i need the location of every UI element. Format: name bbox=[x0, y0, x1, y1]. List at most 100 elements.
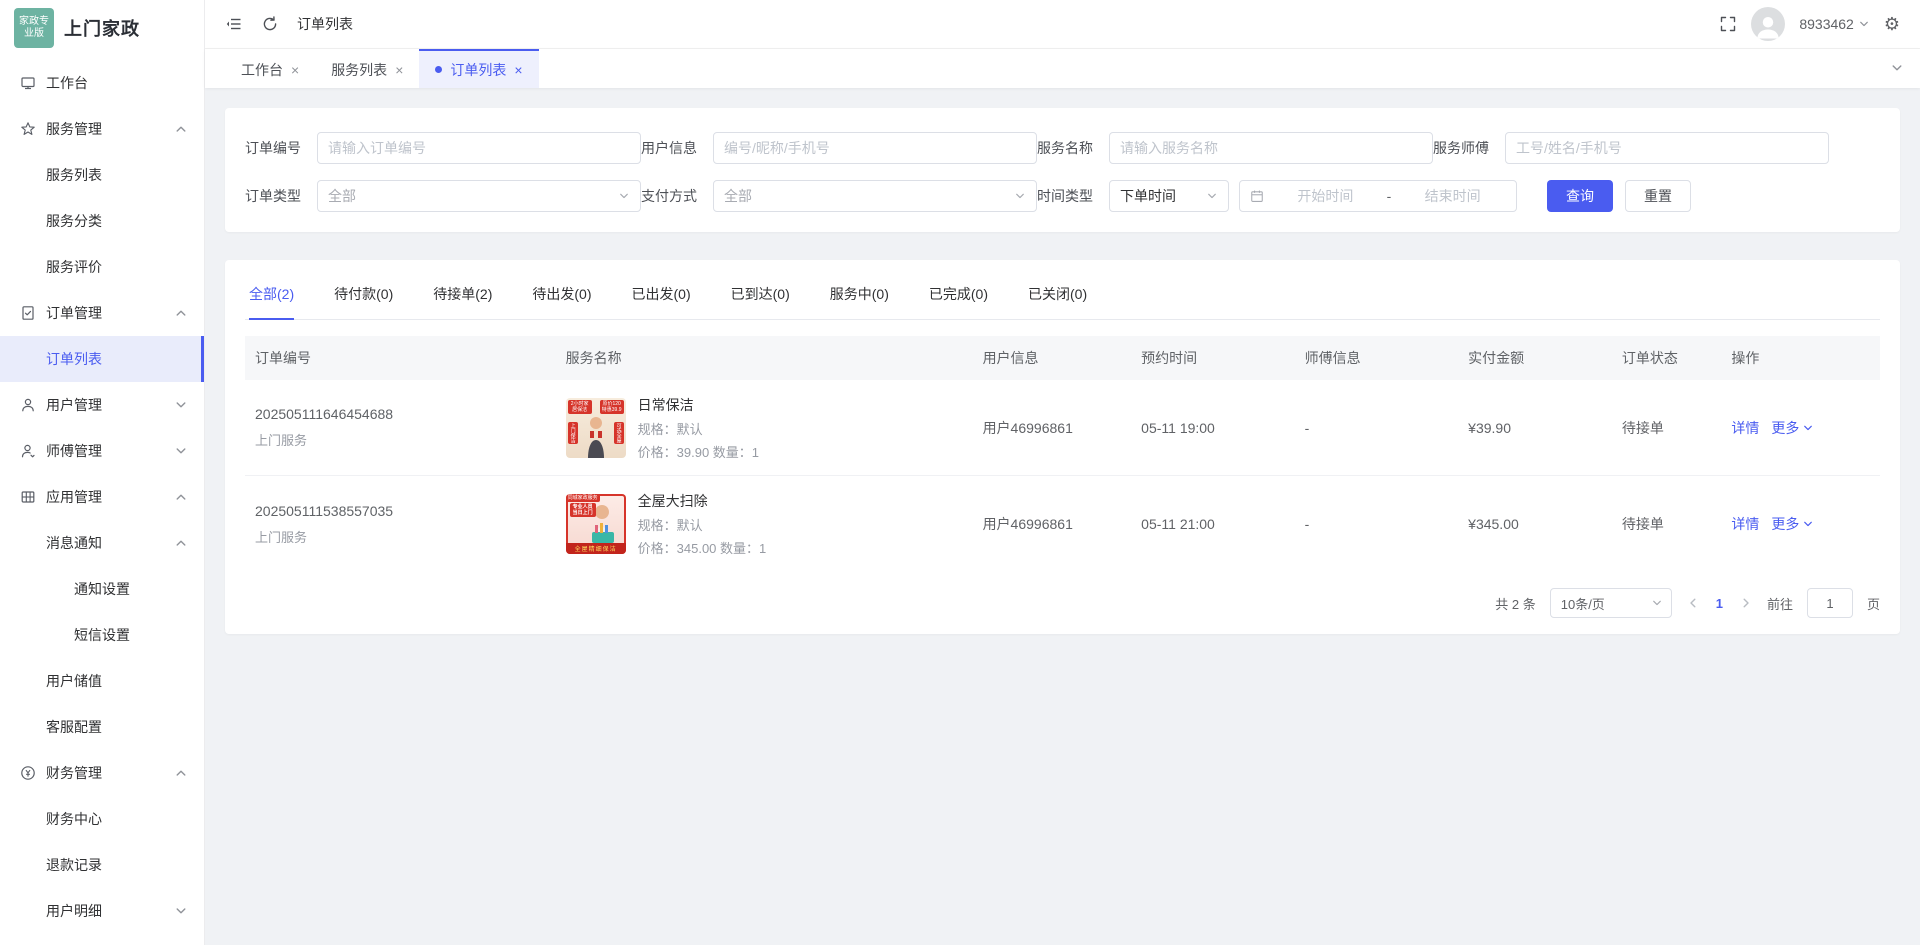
filter-label: 订单编号 bbox=[245, 138, 317, 158]
service-name-input[interactable] bbox=[1120, 140, 1422, 156]
status-tab-in-service[interactable]: 服务中(0) bbox=[830, 278, 889, 320]
coin-icon bbox=[20, 765, 36, 781]
chevron-down-icon bbox=[1014, 190, 1026, 202]
sidebar-item-order-list[interactable]: 订单列表 bbox=[0, 336, 204, 382]
chevron-down-icon bbox=[1651, 597, 1663, 609]
more-link[interactable]: 更多 bbox=[1771, 418, 1814, 438]
topbar: 订单列表 8933462 ⚙ bbox=[205, 0, 1920, 49]
order-type-select[interactable]: 全部 bbox=[317, 180, 641, 212]
service-spec: 规格：默认 bbox=[638, 419, 759, 438]
sidebar-item-refund-records[interactable]: 退款记录 bbox=[0, 842, 204, 888]
close-icon[interactable]: × bbox=[291, 62, 299, 78]
app-window: 家政专业版 上门家政 工作台 服务管理 服务列表 服务分类 服务评价 bbox=[0, 0, 1920, 945]
filter-label: 订单类型 bbox=[245, 186, 317, 206]
booked-time: 05-11 19:00 bbox=[1131, 420, 1295, 436]
page-size-select[interactable]: 10条/页 bbox=[1550, 588, 1672, 618]
sidebar-item-label: 用户管理 bbox=[46, 395, 102, 415]
sidebar-item-finance-center[interactable]: 财务中心 bbox=[0, 796, 204, 842]
sidebar-item-service-mgmt[interactable]: 服务管理 bbox=[0, 106, 204, 152]
end-date-placeholder: 结束时间 bbox=[1399, 186, 1506, 206]
time-type-select[interactable]: 下单时间 bbox=[1109, 180, 1229, 212]
sidebar-item-service-review[interactable]: 服务评价 bbox=[0, 244, 204, 290]
filter-order-type: 订单类型 全部 bbox=[245, 180, 641, 212]
date-range-picker[interactable]: 开始时间 - 结束时间 bbox=[1239, 180, 1517, 212]
sidebar-item-user-mgmt[interactable]: 用户管理 bbox=[0, 382, 204, 428]
status-tab-completed[interactable]: 已完成(0) bbox=[929, 278, 988, 320]
sidebar-item-sms-settings[interactable]: 短信设置 bbox=[0, 612, 204, 658]
order-no-input[interactable] bbox=[328, 140, 630, 156]
sidebar-menu: 工作台 服务管理 服务列表 服务分类 服务评价 订单管理 订单列 bbox=[0, 56, 204, 945]
status-tab-pending-accept[interactable]: 待接单(2) bbox=[433, 278, 492, 320]
filter-order-no: 订单编号 bbox=[245, 132, 641, 164]
filter-label: 服务名称 bbox=[1037, 138, 1109, 158]
sidebar-item-label: 通知设置 bbox=[74, 579, 130, 599]
app-title: 上门家政 bbox=[64, 15, 140, 41]
chevron-up-icon bbox=[174, 122, 188, 136]
chevron-down-icon bbox=[174, 904, 188, 918]
avatar[interactable] bbox=[1751, 7, 1785, 41]
status-tab-all[interactable]: 全部(2) bbox=[249, 278, 294, 320]
sidebar-item-master-mgmt[interactable]: 师傅管理 bbox=[0, 428, 204, 474]
sidebar-item-workbench[interactable]: 工作台 bbox=[0, 60, 204, 106]
tab-workbench[interactable]: 工作台 × bbox=[225, 49, 315, 88]
status-tab-arrived[interactable]: 已到达(0) bbox=[731, 278, 790, 320]
tab-service-list[interactable]: 服务列表 × bbox=[315, 49, 419, 88]
goto-label: 前往 bbox=[1767, 594, 1793, 613]
chevron-down-icon bbox=[1206, 190, 1218, 202]
refresh-icon[interactable] bbox=[261, 15, 279, 33]
user-info: 用户46996861 bbox=[973, 514, 1132, 534]
sidebar-item-notice-settings[interactable]: 通知设置 bbox=[0, 566, 204, 612]
sidebar-item-master-details[interactable]: 师傅明细 bbox=[0, 934, 204, 945]
search-button[interactable]: 查询 bbox=[1547, 180, 1613, 212]
status-tab-unpaid[interactable]: 待付款(0) bbox=[334, 278, 393, 320]
sidebar-item-user-stored-value[interactable]: 用户储值 bbox=[0, 658, 204, 704]
detail-link[interactable]: 详情 bbox=[1731, 514, 1759, 534]
chevron-down-icon bbox=[174, 398, 188, 412]
sidebar-item-user-details[interactable]: 用户明细 bbox=[0, 888, 204, 934]
menu-fold-icon[interactable] bbox=[225, 15, 243, 33]
prev-page-icon[interactable] bbox=[1686, 596, 1700, 610]
table-header: 订单编号 服务名称 用户信息 预约时间 师傅信息 实付金额 订单状态 操作 bbox=[245, 336, 1880, 380]
sidebar-item-label: 财务管理 bbox=[46, 763, 102, 783]
page-number[interactable]: 1 bbox=[1714, 596, 1725, 611]
detail-link[interactable]: 详情 bbox=[1731, 418, 1759, 438]
more-link[interactable]: 更多 bbox=[1771, 514, 1814, 534]
page-tabbar: 工作台 × 服务列表 × 订单列表 × bbox=[205, 49, 1920, 88]
tabs-collapse-icon[interactable] bbox=[1890, 61, 1904, 75]
status-tab-departed[interactable]: 已出发(0) bbox=[632, 278, 691, 320]
sidebar-item-customer-service-config[interactable]: 客服配置 bbox=[0, 704, 204, 750]
tab-label: 订单列表 bbox=[450, 60, 506, 80]
fullscreen-icon[interactable] bbox=[1719, 15, 1737, 33]
status-tab-closed[interactable]: 已关闭(0) bbox=[1028, 278, 1087, 320]
sidebar-item-order-mgmt[interactable]: 订单管理 bbox=[0, 290, 204, 336]
sidebar-item-service-category[interactable]: 服务分类 bbox=[0, 198, 204, 244]
reset-button[interactable]: 重置 bbox=[1625, 180, 1691, 212]
sidebar-item-label: 服务分类 bbox=[46, 211, 102, 231]
pay-method-select[interactable]: 全部 bbox=[713, 180, 1037, 212]
gear-icon[interactable]: ⚙ bbox=[1884, 15, 1900, 33]
close-icon[interactable]: × bbox=[395, 62, 403, 78]
chevron-down-icon bbox=[1802, 518, 1814, 530]
close-icon[interactable]: × bbox=[514, 62, 522, 78]
goto-page-input[interactable] bbox=[1807, 588, 1853, 618]
sidebar-item-service-list[interactable]: 服务列表 bbox=[0, 152, 204, 198]
sidebar-item-app-mgmt[interactable]: 应用管理 bbox=[0, 474, 204, 520]
monitor-icon bbox=[20, 75, 36, 91]
status-tabs: 全部(2) 待付款(0) 待接单(2) 待出发(0) 已出发(0) 已到达(0)… bbox=[245, 278, 1880, 320]
tab-label: 工作台 bbox=[241, 60, 283, 80]
col-booked-time: 预约时间 bbox=[1131, 348, 1295, 368]
next-page-icon[interactable] bbox=[1739, 596, 1753, 610]
user-menu[interactable]: 8933462 bbox=[1799, 16, 1870, 32]
chevron-up-icon bbox=[174, 306, 188, 320]
order-number: 202505111538557035 bbox=[255, 503, 546, 519]
user-info-input[interactable] bbox=[724, 140, 1026, 156]
service-master-input[interactable] bbox=[1516, 140, 1818, 156]
sidebar-item-message-notice[interactable]: 消息通知 bbox=[0, 520, 204, 566]
sidebar-item-finance-mgmt[interactable]: 财务管理 bbox=[0, 750, 204, 796]
status-tab-pending-depart[interactable]: 待出发(0) bbox=[532, 278, 591, 320]
sidebar-item-label: 订单列表 bbox=[46, 349, 102, 369]
tab-order-list[interactable]: 订单列表 × bbox=[419, 49, 538, 88]
col-order-no: 订单编号 bbox=[245, 348, 556, 368]
filter-label: 时间类型 bbox=[1037, 186, 1109, 206]
booked-time: 05-11 21:00 bbox=[1131, 516, 1295, 532]
